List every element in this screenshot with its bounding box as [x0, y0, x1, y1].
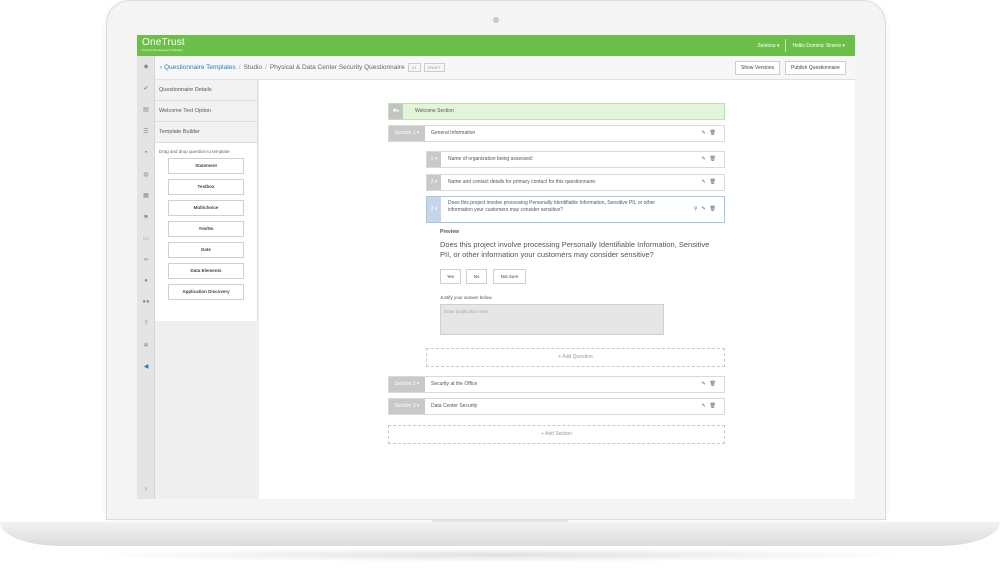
- flag-icon[interactable]: ⚑: [137, 214, 155, 221]
- question-actions[interactable]: ⚲✎🗑: [694, 197, 720, 222]
- welcome-section-label: Welcome Section: [415, 108, 454, 114]
- back-to-templates-link[interactable]: ‹ Questionnaire Templates: [160, 64, 236, 71]
- question-text: Does this project involve processing Per…: [448, 200, 656, 213]
- section-actions[interactable]: ✎🗑: [701, 126, 720, 141]
- question-type-statement[interactable]: Statement: [168, 158, 244, 174]
- laptop-shadow: [80, 548, 920, 562]
- laptop-base: [0, 522, 1000, 546]
- question-badge[interactable]: 3 ▾: [427, 197, 441, 222]
- add-question-button[interactable]: + Add Question: [426, 348, 725, 367]
- list-icon[interactable]: ☰: [137, 128, 155, 135]
- left-panel: Questionnaire Details Welcome Text Optio…: [155, 80, 258, 321]
- question-text: Name of organization being assessed:: [448, 156, 534, 162]
- version-tag: V1: [407, 63, 421, 72]
- section-actions[interactable]: ✎🗑: [701, 377, 720, 392]
- expand-rail-icon[interactable]: ›: [137, 484, 155, 493]
- publish-questionnaire-button[interactable]: Publish Questionnaire: [785, 61, 846, 75]
- section-badge[interactable]: Section 2 ▾: [389, 377, 425, 392]
- question-type-application-discovery[interactable]: Application Discovery: [168, 284, 244, 300]
- user-icon[interactable]: ●: [137, 278, 155, 284]
- question-badge[interactable]: 1 ▾: [427, 152, 441, 167]
- section-title: Data Center Security: [431, 403, 478, 409]
- question-type-date[interactable]: Date: [168, 242, 244, 258]
- justification-textarea[interactable]: Enter justification here.: [440, 304, 664, 335]
- preview-title: Preview: [440, 229, 459, 235]
- top-nav-bar: OneTrust Privacy Management Software Zen…: [137, 35, 855, 56]
- question-actions[interactable]: ✎🗑: [701, 152, 720, 167]
- link-icon[interactable]: ∞: [137, 257, 155, 263]
- nav-questionnaire-details[interactable]: Questionnaire Details: [155, 80, 257, 101]
- breadcrumb-current: Physical & Data Center Security Question…: [269, 64, 405, 72]
- question-row[interactable]: 2 ▾ Name and contact details for primary…: [426, 174, 725, 191]
- user-profile-menu[interactable]: Hellio Dominic Sinens ▾: [786, 43, 851, 49]
- document-icon[interactable]: ▤: [137, 106, 155, 113]
- home-icon[interactable]: ◆: [137, 63, 155, 70]
- question-type-data-elements[interactable]: Data Elements: [168, 263, 244, 279]
- question-type-multichoice[interactable]: Multichoice: [168, 200, 244, 216]
- nav-template-builder[interactable]: Template Builder: [155, 122, 257, 143]
- question-type-yes-no[interactable]: Yes/No: [168, 221, 244, 237]
- user-menu: Zentosa ▾ Hellio Dominic Sinens ▾: [752, 35, 852, 56]
- answer-yes-button[interactable]: Yes: [440, 269, 461, 284]
- table-icon[interactable]: ▦: [137, 192, 155, 199]
- question-badge[interactable]: 2 ▾: [427, 175, 441, 190]
- question-actions[interactable]: ✎🗑: [701, 175, 720, 190]
- add-section-button[interactable]: + Add Section: [388, 425, 725, 444]
- section-badge[interactable]: Section 1 ▾: [389, 126, 425, 141]
- icon-rail: ◆ ✔ ▤ ☰ ◓ ◍ ▦ ⚑ ▭ ∞ ● ●● ? ✲ ◀ ›: [137, 56, 155, 499]
- drag-drop-hint: Drag and drop question to template.: [159, 149, 231, 154]
- show-versions-button[interactable]: Show Versions: [735, 61, 781, 75]
- breadcrumb: ‹ Questionnaire Templates / Studio / Physica…: [160, 63, 445, 72]
- section-row[interactable]: Section 3 ▾ Data Center Security ✎🗑: [388, 398, 725, 415]
- nav-welcome-text-option[interactable]: Welcome Text Option: [155, 101, 257, 122]
- section-badge[interactable]: Section 3 ▾: [389, 399, 425, 414]
- status-badge: DRAFT: [423, 63, 445, 72]
- question-row-selected[interactable]: 3 ▾ Does this project involve processing…: [426, 196, 725, 223]
- section-row[interactable]: Section 2 ▾ Security at the Office ✎🗑: [388, 376, 725, 393]
- answer-not-sure-button[interactable]: Not Sure: [493, 269, 526, 284]
- org-menu[interactable]: Zentosa ▾: [752, 43, 786, 49]
- megaphone-icon[interactable]: ◀: [137, 363, 155, 370]
- question-row[interactable]: 1 ▾ Name of organization being assessed:…: [426, 151, 725, 168]
- dashboard-icon[interactable]: ◓: [137, 150, 155, 156]
- globe-icon[interactable]: ◍: [137, 171, 155, 178]
- camera-dot: [493, 17, 499, 23]
- template-canvas: ✱▸ Welcome Section Section 1 ▾ General I…: [259, 80, 855, 499]
- preview-question: Does this project involve processing Per…: [440, 240, 710, 259]
- help-icon[interactable]: ?: [137, 321, 155, 327]
- section-title: Security at the Office: [431, 381, 478, 387]
- question-text: Name and contact details for primary con…: [448, 179, 597, 185]
- check-icon[interactable]: ✔: [137, 85, 155, 92]
- section-actions[interactable]: ✎🗑: [701, 399, 720, 414]
- app-screen: OneTrust Privacy Management Software Zen…: [137, 35, 855, 499]
- welcome-section-row[interactable]: ✱▸ Welcome Section: [388, 103, 725, 120]
- breadcrumb-bar: ‹ Questionnaire Templates / Studio / Physica…: [155, 56, 855, 80]
- section-row[interactable]: Section 1 ▾ General Information ✎🗑: [388, 125, 725, 142]
- breadcrumb-separator: /: [265, 64, 267, 72]
- answer-no-button[interactable]: No: [466, 269, 487, 284]
- users-icon[interactable]: ●●: [137, 299, 155, 305]
- breadcrumb-studio[interactable]: Studio: [244, 64, 262, 71]
- breadcrumb-separator: /: [238, 64, 241, 72]
- gear-icon[interactable]: ✲: [137, 342, 155, 349]
- question-type-textbox[interactable]: Textbox: [168, 179, 244, 195]
- welcome-toggle-icon[interactable]: ✱▸: [389, 104, 403, 119]
- section-title: General Information: [431, 130, 476, 136]
- brand-logo[interactable]: OneTrust: [142, 37, 185, 48]
- folder-icon[interactable]: ▭: [137, 235, 155, 242]
- brand-subtitle: Privacy Management Software: [142, 48, 183, 52]
- justify-label: Justify your answer below.: [440, 295, 493, 300]
